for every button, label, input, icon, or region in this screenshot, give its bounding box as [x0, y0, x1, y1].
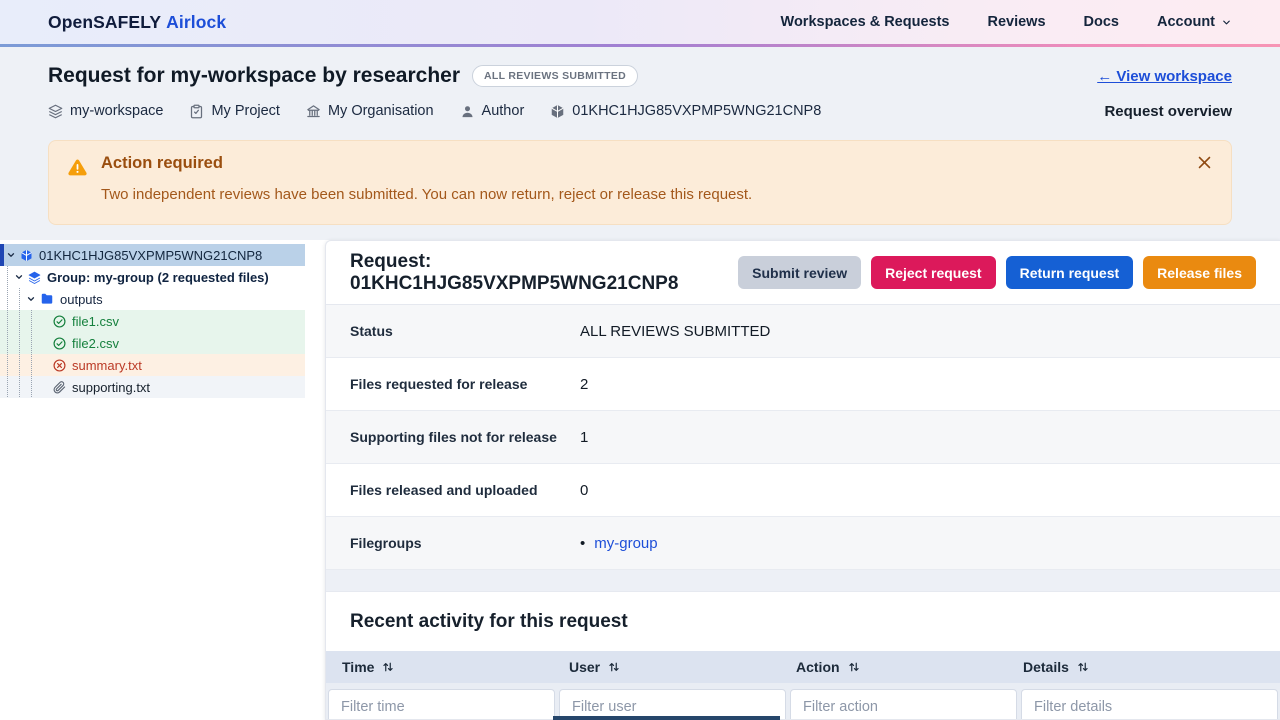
nav-account-label: Account	[1157, 14, 1215, 30]
cross-circle-icon	[53, 359, 66, 372]
tree-item-request-root[interactable]: 01KHC1HJG85VXPMP5WNG21CNP8	[0, 244, 305, 266]
nav-items: Workspaces & Requests Reviews Docs Accou…	[781, 14, 1232, 30]
brand-logo[interactable]: OpenSAFELYAirlock	[48, 12, 226, 33]
column-header-time[interactable]: Time	[326, 659, 553, 675]
top-navbar: OpenSAFELYAirlock Workspaces & Requests …	[0, 0, 1280, 44]
page-title: Request for my-workspace by researcher	[48, 64, 460, 88]
brand-part-opensafely: OpenSAFELY	[48, 12, 161, 32]
meta-author: Author	[460, 103, 525, 119]
detail-row-files-requested: Files requested for release 2	[326, 358, 1280, 411]
detail-row-status: Status ALL REVIEWS SUBMITTED	[326, 305, 1280, 358]
meta-project: My Project	[189, 103, 280, 119]
tree-item-file1[interactable]: file1.csv	[0, 310, 305, 332]
chevron-down-icon	[1221, 17, 1232, 28]
tree-item-file2[interactable]: file2.csv	[0, 332, 305, 354]
file-tree: 01KHC1HJG85VXPMP5WNG21CNP8 Group: my-gro…	[0, 244, 305, 398]
tree-indent-guide	[19, 288, 20, 397]
filegroup-link[interactable]: my-group	[594, 535, 657, 552]
request-overview-label: Request overview	[1104, 103, 1232, 120]
nav-docs[interactable]: Docs	[1084, 14, 1119, 30]
reject-request-button[interactable]: Reject request	[871, 256, 995, 289]
filter-time-input[interactable]	[328, 689, 555, 720]
sort-icon	[382, 661, 394, 673]
check-circle-icon	[53, 315, 66, 328]
check-circle-icon	[53, 337, 66, 350]
chevron-down-icon	[6, 250, 16, 260]
chevron-down-icon	[26, 294, 36, 304]
request-overview-card: Request: 01KHC1HJG85VXPMP5WNG21CNP8 Subm…	[325, 240, 1280, 720]
tree-item-supporting[interactable]: supporting.txt	[0, 376, 305, 398]
nav-workspaces-requests[interactable]: Workspaces & Requests	[781, 14, 950, 30]
airlock-app: OpenSAFELYAirlock Workspaces & Requests …	[0, 0, 1280, 720]
tree-item-outputs-folder[interactable]: outputs	[0, 288, 305, 310]
recent-activity-heading: Recent activity for this request	[350, 611, 628, 633]
view-workspace-link[interactable]: ← View workspace	[1097, 68, 1232, 85]
folder-icon	[40, 292, 54, 306]
bullet: •	[580, 535, 585, 552]
clipboard-icon	[189, 104, 204, 119]
meta-request-id: 01KHC1HJG85VXPMP5WNG21CNP8	[550, 103, 821, 119]
sort-icon	[608, 661, 620, 673]
brand-part-airlock: Airlock	[166, 12, 226, 32]
status-badge: ALL REVIEWS SUBMITTED	[472, 65, 638, 87]
filter-details-input[interactable]	[1021, 689, 1278, 720]
tree-item-group[interactable]: Group: my-group (2 requested files)	[0, 266, 305, 288]
release-files-button[interactable]: Release files	[1143, 256, 1256, 289]
person-icon	[460, 104, 475, 119]
section-divider	[326, 570, 1280, 592]
request-heading: Request: 01KHC1HJG85VXPMP5WNG21CNP8	[350, 251, 738, 295]
alert-close-button[interactable]	[1191, 149, 1217, 175]
tree-indent-guide	[7, 266, 8, 397]
filter-action-input[interactable]	[790, 689, 1017, 720]
column-header-details[interactable]: Details	[1007, 659, 1280, 675]
below-fold-row-fragment	[553, 716, 780, 720]
sort-icon	[1077, 661, 1089, 673]
column-header-action[interactable]: Action	[780, 659, 1007, 675]
warning-triangle-icon	[67, 157, 88, 178]
action-required-alert: Action required Two independent reviews …	[48, 140, 1232, 225]
activity-table-header: Time User Action Details	[326, 651, 1280, 683]
detail-row-supporting-files: Supporting files not for release 1	[326, 411, 1280, 464]
sort-icon	[848, 661, 860, 673]
column-header-user[interactable]: User	[553, 659, 780, 675]
submit-review-button[interactable]: Submit review	[738, 256, 861, 289]
alert-title: Action required	[101, 154, 223, 173]
detail-row-files-released: Files released and uploaded 0	[326, 464, 1280, 517]
bank-icon	[306, 104, 321, 119]
tree-item-summary[interactable]: summary.txt	[0, 354, 305, 376]
meta-organisation: My Organisation	[306, 103, 434, 119]
detail-row-filegroups: Filegroups •my-group	[326, 517, 1280, 570]
meta-workspace: my-workspace	[48, 103, 163, 119]
layers-icon	[48, 104, 63, 119]
chevron-down-icon	[14, 272, 24, 282]
nav-account-menu[interactable]: Account	[1157, 14, 1232, 30]
nav-reviews[interactable]: Reviews	[987, 14, 1045, 30]
cube-icon	[550, 104, 565, 119]
paperclip-icon	[53, 381, 66, 394]
activity-filter-row	[326, 683, 1280, 720]
alert-message: Two independent reviews have been submit…	[101, 186, 752, 203]
request-actions: Submit review Reject request Return requ…	[738, 256, 1256, 289]
layers-icon	[28, 271, 41, 284]
return-request-button[interactable]: Return request	[1006, 256, 1134, 289]
cube-icon	[20, 249, 33, 262]
request-meta-row: my-workspace My Project My Organisation …	[48, 103, 821, 119]
close-icon	[1196, 154, 1213, 171]
tree-indent-guide	[31, 310, 32, 397]
